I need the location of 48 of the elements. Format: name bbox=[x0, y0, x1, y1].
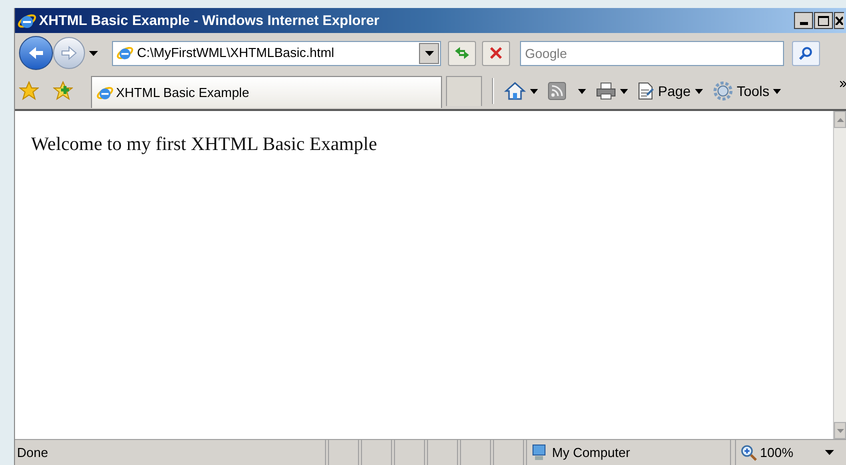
caret-icon bbox=[694, 88, 703, 94]
window-title: XHTML Basic Example - Windows Internet Explorer bbox=[39, 11, 380, 30]
address-field[interactable]: C:\MyFirstWML\XHTMLBasic.html bbox=[112, 40, 441, 66]
zoom-button[interactable]: 100% bbox=[735, 440, 846, 465]
star-icon[interactable] bbox=[19, 81, 39, 101]
maximize-button[interactable] bbox=[814, 12, 833, 29]
caret-icon[interactable] bbox=[89, 50, 98, 56]
minimize-button[interactable] bbox=[794, 12, 813, 29]
caret-icon bbox=[578, 88, 586, 94]
close-icon bbox=[835, 16, 843, 25]
minimize-icon bbox=[800, 22, 808, 25]
page-button[interactable]: Page bbox=[638, 78, 703, 104]
tools-button[interactable]: Tools bbox=[712, 78, 782, 104]
caret-icon bbox=[825, 450, 834, 455]
refresh-arrows-icon bbox=[453, 46, 471, 60]
back-button[interactable] bbox=[19, 36, 53, 70]
back-arrow-icon bbox=[27, 45, 45, 61]
forward-arrow-icon bbox=[60, 45, 78, 61]
gear-icon bbox=[712, 81, 733, 101]
search-button[interactable] bbox=[792, 40, 820, 66]
feed-icon bbox=[548, 82, 566, 100]
page-icon bbox=[638, 82, 654, 100]
page-text: Welcome to my first XHTML Basic Example bbox=[31, 133, 378, 157]
up-arrow-icon bbox=[836, 118, 844, 122]
caret-icon bbox=[424, 50, 434, 56]
zone-text: My Computer bbox=[552, 444, 630, 462]
close-button[interactable] bbox=[834, 12, 844, 29]
chevron-icon[interactable] bbox=[840, 81, 846, 87]
maximize-icon bbox=[818, 16, 829, 26]
caret-icon bbox=[530, 88, 538, 94]
stop-button[interactable] bbox=[482, 40, 510, 66]
address-text: C:\MyFirstWML\XHTMLBasic.html bbox=[137, 44, 334, 62]
zoom-magnifier-icon bbox=[740, 444, 758, 462]
add-star-icon[interactable] bbox=[53, 81, 73, 101]
computer-icon bbox=[531, 444, 547, 462]
caret-icon bbox=[620, 88, 628, 94]
down-arrow-icon bbox=[836, 428, 844, 432]
stop-x-icon bbox=[490, 47, 502, 59]
search-icon bbox=[799, 46, 813, 60]
status-text: Done bbox=[15, 440, 326, 465]
search-field[interactable]: Google bbox=[520, 40, 784, 66]
home-icon bbox=[504, 81, 526, 101]
caret-icon bbox=[773, 88, 782, 94]
printer-icon bbox=[596, 82, 616, 100]
address-dropdown-button[interactable] bbox=[419, 42, 439, 64]
refresh-button[interactable] bbox=[448, 40, 476, 66]
page-icon bbox=[116, 44, 134, 62]
browser-tab[interactable]: XHTML Basic Example bbox=[91, 76, 442, 108]
